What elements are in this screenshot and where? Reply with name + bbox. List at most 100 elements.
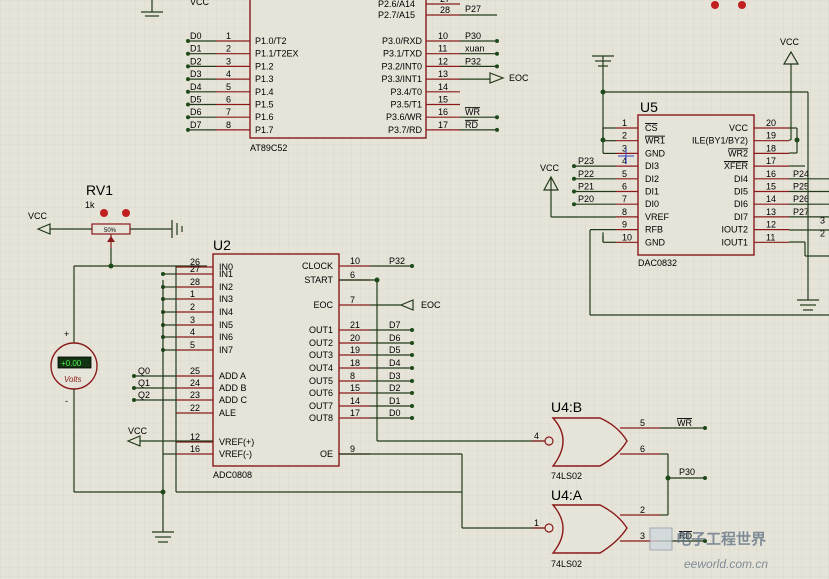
adc0808-pin-num: 18 [350,358,360,368]
dac0832-pin-num: 16 [766,169,776,179]
adc0808-pin-label: ADD C [219,395,248,405]
dac0832-ref: U5 [640,99,658,115]
dac0832-pin-label: XFER [724,161,749,171]
adc0808-pin-label: OE [320,449,333,459]
adc0808-pin-num: 4 [190,327,195,337]
rv1-value: 1k [85,200,95,210]
adc0808-ref: U2 [213,237,231,253]
u4b-name: 74LS02 [551,471,582,481]
dac0832-pin-label: WR2 [728,148,748,158]
adc0808-pin-num: 5 [190,340,195,350]
at89c52-pin-num: 4 [226,69,231,79]
at89c52-net-label: D7 [190,120,202,130]
at89c52-pin-num: 1 [226,31,231,41]
adc0808-pin-label: OUT6 [309,388,333,398]
at89c52-pin-num: 3 [226,56,231,66]
dac0832-pin-label: IOUT2 [721,225,748,235]
adc0808-net-label: D0 [389,408,401,418]
adc0808-pin-label: ADD A [219,371,246,381]
dac0832-pin-label: DI3 [645,161,659,171]
dac0832-pin-num: 20 [766,118,776,128]
at89c52-net-label: P32 [465,56,481,66]
dac0832-pin-num: 12 [766,220,776,230]
rv1-ref: RV1 [86,182,113,198]
adc0808-pin-num: 1 [190,289,195,299]
eoc-label-adc: EOC [421,300,441,310]
at89c52-pin-label: P3.0/RXD [382,36,423,46]
adc0808-pin-num: 20 [350,333,360,343]
adc0808-net-label: D2 [389,383,401,393]
dac-vref-vcc-label: VCC [540,163,560,173]
adc0808-pin-label: OUT1 [309,325,333,335]
dac0832-pin-num: 17 [766,156,776,166]
dac0832-pin-num: 7 [622,194,627,204]
probe-dot-2[interactable] [738,1,746,9]
dac0832-pin-label: CS [645,123,658,133]
rv1-percent: 50% [104,228,117,234]
at89c52-pin-num: 5 [226,82,231,92]
u4a-pin-3: 3 [640,531,645,541]
adc0808-pin-num: 19 [350,345,360,355]
at89c52-pin-label: P1.5 [255,100,274,110]
at89c52-pin-label: P1.6 [255,112,274,122]
adc0808-net-label: D1 [389,396,401,406]
dac0832-net-label: 3 [820,216,825,226]
at89c52-pin-num: 13 [438,69,448,79]
at89c52-net-label: D0 [190,31,202,41]
at89c52-pin-num: 15 [438,95,448,105]
dac0832-pin-num: 8 [622,207,627,217]
dac0832-pin-label: DI2 [645,174,659,184]
u4b-pin-4: 4 [534,431,539,441]
dac0832-pin-num: 15 [766,182,776,192]
dac0832-pin-num: 14 [766,194,776,204]
adc0808-pin-num: 6 [350,270,355,280]
dac0832-pin-label: DI0 [645,199,659,209]
adc0808-pin-label: OUT4 [309,363,333,373]
voltmeter-reading: +0.00 [61,359,82,368]
adc0808-net-label: Q2 [138,390,150,400]
adc0808-pin-label: IN6 [219,332,233,342]
at89c52-pin-num: 7 [226,107,231,117]
adc0808-pin-label: ALE [219,408,236,418]
at89c52-net-label: xuan [465,44,485,54]
adc0808-pin-num: 23 [190,390,200,400]
dac0832-pin-num: 5 [622,169,627,179]
net-label-p30-gate: P30 [679,467,695,477]
dac0832-net-label: P24 [793,169,809,179]
dac0832-pin-label: DI4 [734,174,748,184]
adc0808-pin-num: 8 [350,371,355,381]
net-label-wr: WR [677,418,692,428]
voltmeter-minus: - [65,396,68,406]
rv1-probe-right[interactable] [122,209,130,217]
dac0832-pin-label: DI1 [645,187,659,197]
vref-vcc-label: VCC [128,426,148,436]
adc0808-pin-label: OUT2 [309,338,333,348]
adc0808-pin-num: 25 [190,366,200,376]
at89c52-pin-num: 10 [438,31,448,41]
rv1-probe-left[interactable] [100,209,108,217]
adc0808-pin-label: OUT7 [309,401,333,411]
dac0832-pin-label: DI6 [734,199,748,209]
eoc-label-top: EOC [509,73,529,83]
dac0832-net-label: P27 [793,207,809,217]
at89c52-pin-28-num: 28 [440,5,450,15]
adc0808-net-label: Q1 [138,378,150,388]
adc0808-pin-label: OUT5 [309,376,333,386]
at89c52-pin-num: 11 [438,44,447,54]
adc0808-pin-num: 3 [190,315,195,325]
adc0808-pin-label: OUT8 [309,413,333,423]
watermark-cn: 电子工程世界 [676,530,766,548]
at89c52-net-label: D6 [190,107,202,117]
adc0808-pin-num: 7 [350,295,355,305]
u4b-ref: U4:B [551,399,582,415]
watermark-logo [649,527,673,551]
adc0808-pin-num: 24 [190,378,200,388]
probe-dot-1[interactable] [711,1,719,9]
dac0832-net-label: P25 [793,182,809,192]
dac0832-pin-num: 1 [622,118,627,128]
dac0832-name: DAC0832 [638,258,677,268]
adc0808-net-label: D3 [389,371,401,381]
dac0832-pin-label: GND [645,148,666,158]
at89c52-net-label: D5 [190,95,202,105]
at89c52-net-label: P30 [465,31,481,41]
